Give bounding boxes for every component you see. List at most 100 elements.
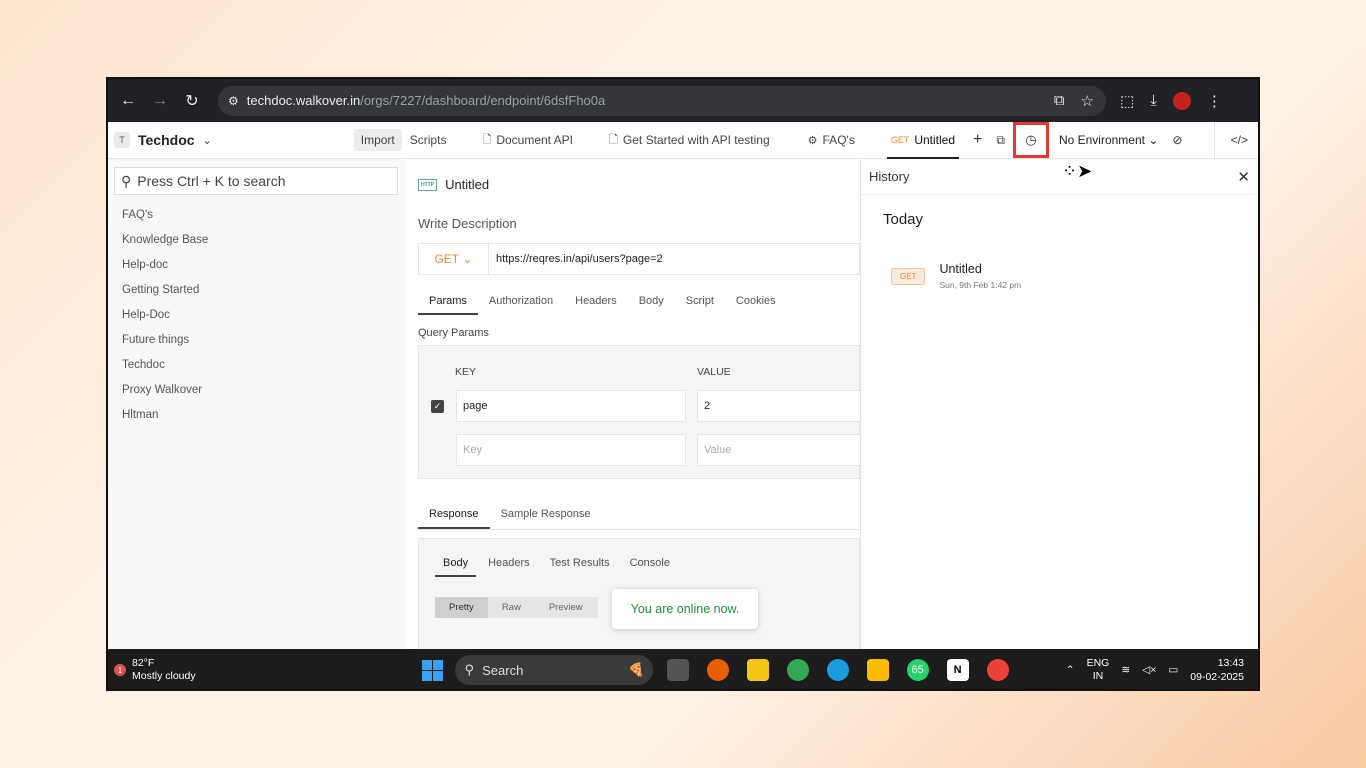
search-placeholder: Press Ctrl + K to search — [137, 173, 286, 189]
online-toast: You are online now. — [612, 589, 758, 629]
tab-pretty[interactable]: Pretty — [435, 597, 488, 618]
tab-test-results[interactable]: Test Results — [542, 557, 618, 577]
system-tray: ⌃ ENG IN ≋ ◁× ▭ 13:43 09-02-2025 — [1066, 656, 1244, 684]
taskbar-search[interactable]: ⚲ Search 🍕 — [454, 655, 653, 685]
workspace-name[interactable]: Techdoc — [138, 132, 195, 148]
history-title: History — [869, 169, 910, 184]
sidebar-item[interactable]: Help-Doc — [108, 303, 406, 328]
whatsapp-badge: 65 — [911, 664, 924, 676]
tab-faqs[interactable]: ⚙ FAQ's — [798, 122, 865, 159]
task-view-icon[interactable] — [666, 659, 689, 681]
sidebar-item[interactable]: FAQ's — [108, 203, 406, 228]
method-label: GET — [434, 252, 460, 266]
history-clock-icon[interactable]: ◷ — [1012, 122, 1049, 158]
weather-alert-badge: 1 — [114, 664, 126, 676]
page-icon: 🗋 — [482, 133, 492, 146]
install-app-icon[interactable]: ⧉ — [1054, 92, 1065, 110]
tab-get-started[interactable]: 🗋 Get Started with API testing — [599, 122, 780, 159]
chevron-up-icon[interactable]: ⌃ — [1066, 664, 1075, 676]
param-value-input[interactable]: 2 — [697, 390, 860, 422]
windows-start-icon[interactable] — [421, 659, 443, 681]
profile-avatar[interactable] — [1172, 91, 1191, 110]
param-key-input[interactable]: page — [456, 390, 686, 422]
pizza-icon: 🍕 — [628, 662, 645, 677]
description-field[interactable]: Write Description — [418, 216, 860, 231]
firefox-icon[interactable] — [706, 659, 729, 681]
sidebar-item[interactable]: Help-doc — [108, 253, 406, 278]
close-icon[interactable]: ✕ — [1237, 168, 1250, 186]
tab-document-api[interactable]: 🗋 Document API — [472, 122, 583, 159]
extensions-icon[interactable]: ⬚ — [1120, 92, 1134, 110]
tab-console[interactable]: Console — [622, 557, 678, 577]
tab-sample-response[interactable]: Sample Response — [490, 503, 602, 529]
url-host: techdoc.walkover.in — [246, 93, 361, 108]
address-bar[interactable]: ⚙ techdoc.walkover.in/orgs/7227/dashboar… — [218, 85, 1106, 116]
endpoint-title[interactable]: Untitled — [445, 177, 489, 192]
tab-script[interactable]: Script — [675, 289, 725, 315]
url-input[interactable]: https://reqres.in/api/users?page=2 — [489, 244, 663, 274]
tab-scripts[interactable]: Scripts — [402, 122, 457, 159]
tab-body[interactable]: Body — [628, 289, 675, 315]
tab-raw[interactable]: Raw — [488, 597, 535, 618]
tab-resp-body[interactable]: Body — [435, 557, 477, 577]
sidebar-item[interactable]: Getting Started — [108, 278, 406, 303]
response-tabs: Response Sample Response — [418, 503, 860, 530]
param-checkbox[interactable]: ✓ — [431, 400, 444, 413]
tab-params[interactable]: Params — [418, 289, 478, 315]
wifi-icon[interactable]: ≋ — [1121, 664, 1130, 676]
response-body-tabs: Body Headers Test Results Console — [435, 557, 843, 577]
tab-untitled[interactable]: GET Untitled — [881, 122, 965, 159]
sidebar-item[interactable]: Knowledge Base — [108, 228, 406, 253]
taskbar-search-label: Search — [482, 662, 524, 678]
sidebar-search-input[interactable]: ⚲ Press Ctrl + K to search — [114, 167, 398, 195]
tab-response[interactable]: Response — [418, 503, 490, 529]
menu-kebab-icon[interactable]: ⋮ — [1207, 92, 1222, 110]
notion-icon[interactable]: N — [946, 659, 969, 681]
sidebar-item[interactable]: Proxy Walkover — [108, 378, 406, 403]
new-value-input[interactable]: Value — [697, 434, 860, 466]
battery-icon[interactable]: ▭ — [1168, 664, 1178, 676]
weather-widget[interactable]: 1 82°F Mostly cloudy — [114, 657, 196, 683]
sidebar-item[interactable]: Future things — [108, 328, 406, 353]
new-tab-plus-icon[interactable]: + — [965, 131, 990, 149]
method-badge: GET — [891, 267, 926, 285]
forward-icon[interactable]: → — [144, 92, 176, 110]
clock[interactable]: 13:43 09-02-2025 — [1190, 656, 1244, 684]
tab-authorization[interactable]: Authorization — [478, 289, 564, 315]
history-item[interactable]: GET Untitled Sun, 9th Feb 1:42 pm — [891, 262, 1258, 290]
copy-icon[interactable]: ⧉ — [996, 133, 1005, 148]
tab-label: Untitled — [914, 133, 956, 147]
sidebar-item[interactable]: Techdoc — [108, 353, 406, 378]
browser-toolbar: ← → ↻ ⚙ techdoc.walkover.in/orgs/7227/da… — [108, 79, 1258, 122]
back-icon[interactable]: ← — [112, 92, 144, 110]
page-icon: 🗋 — [609, 133, 618, 146]
bookmark-star-icon[interactable]: ☆ — [1081, 92, 1094, 110]
google-drive-icon[interactable] — [866, 659, 889, 681]
new-key-input[interactable]: Key — [456, 434, 686, 466]
environment-label: No Environment — [1058, 133, 1145, 147]
file-explorer-icon[interactable] — [746, 659, 769, 681]
code-icon[interactable]: </> — [1213, 121, 1248, 159]
reload-icon[interactable]: ↻ — [176, 91, 208, 111]
sidebar-item[interactable]: Hltman — [108, 403, 406, 428]
download-icon[interactable]: ⤓ — [1150, 92, 1157, 109]
workspace-badge: T — [114, 132, 130, 148]
tab-resp-headers[interactable]: Headers — [480, 557, 538, 577]
import-button[interactable]: Import — [353, 129, 402, 151]
site-info-icon[interactable]: ⚙ — [228, 94, 239, 108]
tab-headers[interactable]: Headers — [564, 289, 628, 315]
chrome-profile-icon[interactable] — [986, 659, 1009, 681]
request-tabs: Params Authorization Headers Body Script… — [418, 289, 860, 315]
eye-off-icon[interactable]: ⊘ — [1172, 133, 1182, 147]
method-select[interactable]: GET ⌄ — [419, 244, 489, 274]
environment-select[interactable]: No Environment ⌄ — [1059, 133, 1158, 147]
edge-icon[interactable] — [826, 659, 849, 681]
tab-preview[interactable]: Preview — [535, 597, 597, 618]
whatsapp-icon[interactable]: 65 — [906, 659, 929, 681]
language-indicator[interactable]: ENG IN — [1087, 657, 1110, 683]
tab-cookies[interactable]: Cookies — [725, 289, 787, 315]
speaker-muted-icon[interactable]: ◁× — [1142, 664, 1156, 676]
chevron-down-icon[interactable]: ⌄ — [203, 134, 212, 147]
endpoint-title-row: HTTP Untitled — [418, 177, 860, 192]
chrome-icon[interactable] — [786, 659, 809, 681]
